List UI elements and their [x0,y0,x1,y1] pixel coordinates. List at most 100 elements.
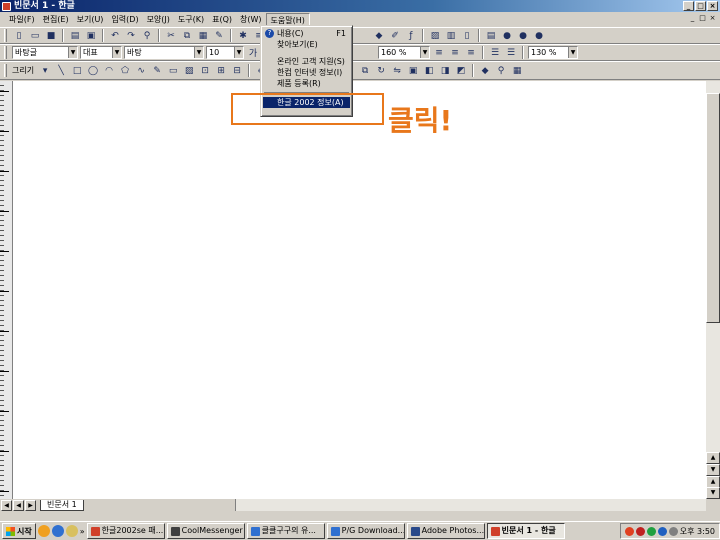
doc-close-button[interactable]: × [708,14,717,23]
start-button[interactable]: 시작 [2,523,36,539]
freehand-icon[interactable]: ✎ [150,64,164,77]
footnote-icon[interactable]: ● [516,29,530,42]
polygon-icon[interactable]: ⬠ [118,64,132,77]
align-center-icon[interactable]: ≡ [448,46,462,59]
web-icon[interactable]: ▤ [484,29,498,42]
field-icon[interactable]: ƒ [404,29,418,42]
zoom-combo[interactable]: 160 % ▼ [378,46,430,59]
line-icon[interactable]: ╲ [54,64,68,77]
style-icon[interactable]: ✐ [388,29,402,42]
tray-icon[interactable] [657,526,667,536]
scrollbar-thumb[interactable] [706,93,720,323]
document-canvas[interactable] [13,81,706,499]
save-icon[interactable]: ■ [44,29,58,42]
globe-icon[interactable]: ● [500,29,514,42]
chevron-down-icon[interactable]: ▼ [112,47,121,58]
chart-icon[interactable]: ▥ [444,29,458,42]
toolbar-grip[interactable] [4,29,7,42]
cut-icon[interactable]: ✂ [164,29,178,42]
print-icon[interactable]: ▤ [68,29,82,42]
menu-item-contents[interactable]: ? 내용(C) F1 [263,28,350,39]
scroll-up-icon[interactable]: ▲ [706,452,720,464]
tray-icon[interactable] [646,526,656,536]
doc-restore-button[interactable]: □ [698,14,707,23]
rotate-icon[interactable]: ↻ [374,64,388,77]
page-icon[interactable]: ▯ [460,29,474,42]
endnote-icon[interactable]: ● [532,29,546,42]
tray-icon[interactable] [635,526,645,536]
menu-item-online-support[interactable]: 온라인 고객 지원(S) [263,56,350,67]
ellipse-icon[interactable]: ◯ [86,64,100,77]
menu-tools[interactable]: 도구(K) [174,13,208,26]
menu-edit[interactable]: 편집(E) [39,13,73,26]
align-right-icon[interactable]: ≡ [464,46,478,59]
char-shape-icon[interactable]: ✱ [236,29,250,42]
next-tab-icon[interactable]: ▶ [25,499,36,511]
chevron-down-icon[interactable]: ▼ [568,47,577,58]
chevron-right-icon[interactable]: » [80,527,85,536]
document-tab[interactable]: 빈문서 1 [40,499,84,511]
table-icon[interactable]: ▦ [510,64,524,77]
vertical-scrollbar[interactable]: ▲ ▼ ▲ ▼ [706,81,720,499]
bold-icon[interactable]: 가 [246,46,260,59]
scroll-down-icon[interactable]: ▼ [706,464,720,476]
menu-format[interactable]: 모양(J) [143,13,174,26]
font-size-combo[interactable]: 10 ▼ [206,46,244,59]
paste-icon[interactable]: ▦ [196,29,210,42]
task-button[interactable]: CoolMessenger [166,523,245,539]
hyperlink-icon[interactable]: ⚲ [494,64,508,77]
textbox-icon[interactable]: ▭ [166,64,180,77]
flip-icon[interactable]: ⇋ [390,64,404,77]
align-icon[interactable]: ⊟ [230,64,244,77]
hwp-app-icon[interactable] [2,1,11,11]
new-document-icon[interactable]: ▯ [12,29,26,42]
menu-file[interactable]: 파일(F) [5,13,39,26]
chevron-down-icon[interactable]: ▼ [234,47,243,58]
pointer-icon[interactable]: ▾ [38,64,52,77]
menu-item-haansoft-internet[interactable]: 한컴 인터넷 정보(I) [263,67,350,78]
transform-icon[interactable]: ◩ [454,64,468,77]
send-backward-icon[interactable]: ⧉ [358,64,372,77]
open-folder-icon[interactable]: ▭ [28,29,42,42]
draw-label[interactable]: 그리기 [12,65,34,76]
first-tab-icon[interactable]: ◀ [1,499,12,511]
close-button[interactable]: × [707,1,718,11]
folder-icon[interactable] [65,525,78,537]
redo-icon[interactable]: ↷ [124,29,138,42]
menu-insert[interactable]: 입력(D) [107,13,142,26]
group-icon[interactable]: ⊡ [198,64,212,77]
horizontal-scrollbar[interactable] [235,499,706,511]
image-icon[interactable]: ▨ [428,29,442,42]
rectangle-icon[interactable]: □ [70,64,84,77]
task-button[interactable]: Adobe Photos... [406,523,485,539]
tray-icon[interactable] [624,526,634,536]
draw-tool-icon[interactable]: ◆ [372,29,386,42]
align-left-icon[interactable]: ≡ [432,46,446,59]
curve-icon[interactable]: ∿ [134,64,148,77]
chevron-down-icon[interactable]: ▼ [68,47,77,58]
wordart-icon[interactable]: ◨ [438,64,452,77]
ungroup-icon[interactable]: ⊞ [214,64,228,77]
doc-minimize-button[interactable]: _ [688,14,697,23]
numbered-list-icon[interactable]: ☰ [504,46,518,59]
chevron-down-icon[interactable]: ▼ [420,47,429,58]
speaker-icon[interactable] [668,526,678,536]
undo-icon[interactable]: ↶ [108,29,122,42]
menu-view[interactable]: 보기(U) [73,13,108,26]
prev-tab-icon[interactable]: ◀ [13,499,24,511]
menu-table[interactable]: 표(Q) [208,13,236,26]
menu-item-browse[interactable]: 찾아보기(E) [263,39,350,50]
task-button[interactable]: P/G Download... [326,523,405,539]
toolbar-grip[interactable] [4,64,7,77]
page-zoom-combo[interactable]: 130 % ▼ [528,46,578,59]
ie-icon[interactable] [51,525,64,537]
find-icon[interactable]: ⚲ [140,29,154,42]
minimize-button[interactable]: _ [683,1,694,11]
bullet-list-icon[interactable]: ☰ [488,46,502,59]
menu-item-product-registration[interactable]: 제품 등록(R) [263,78,350,89]
clock[interactable]: 오후 3:50 [680,526,715,537]
picture-icon[interactable]: ▨ [182,64,196,77]
task-button[interactable]: 한글2002se 패... [86,523,165,539]
quicklaunch-icon[interactable] [37,525,50,537]
language-combo[interactable]: 대표 ▼ [80,46,122,59]
